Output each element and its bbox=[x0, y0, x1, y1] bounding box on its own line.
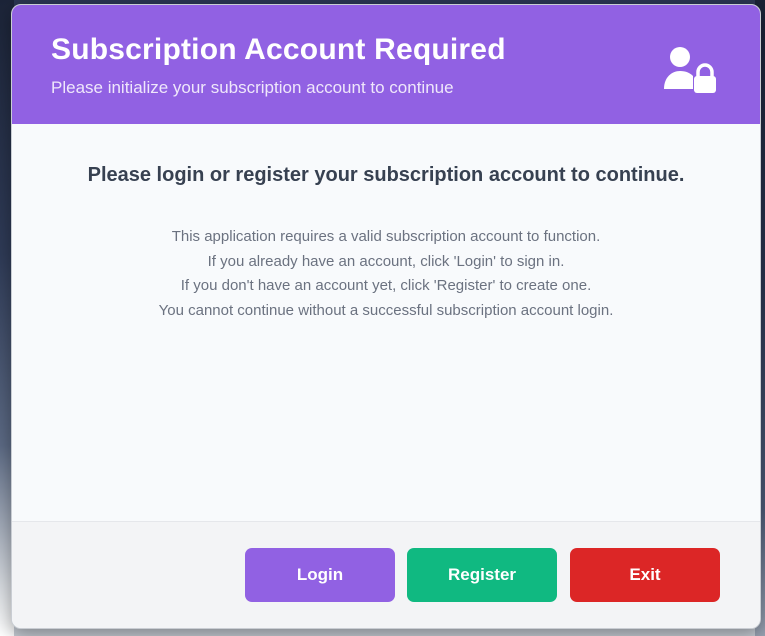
dialog-heading: Please login or register your subscripti… bbox=[87, 164, 685, 186]
login-button[interactable]: Login bbox=[245, 548, 395, 602]
dialog-title: Subscription Account Required bbox=[51, 33, 506, 66]
subscription-dialog: Subscription Account Required Please ini… bbox=[11, 4, 761, 629]
description-line: This application requires a valid subscr… bbox=[171, 228, 601, 245]
description-line: You cannot continue without a successful… bbox=[158, 302, 614, 319]
dialog-footer: Login Register Exit bbox=[12, 521, 760, 628]
dialog-header: Subscription Account Required Please ini… bbox=[12, 5, 760, 124]
description-line: If you don't have an account yet, click … bbox=[180, 277, 592, 294]
user-lock-icon bbox=[662, 45, 718, 97]
dialog-body: Please login or register your subscripti… bbox=[12, 124, 760, 521]
description-line: If you already have an account, click 'L… bbox=[207, 253, 565, 270]
dialog-subtitle: Please initialize your subscription acco… bbox=[51, 78, 454, 97]
register-button[interactable]: Register bbox=[407, 548, 557, 602]
exit-button[interactable]: Exit bbox=[570, 548, 720, 602]
